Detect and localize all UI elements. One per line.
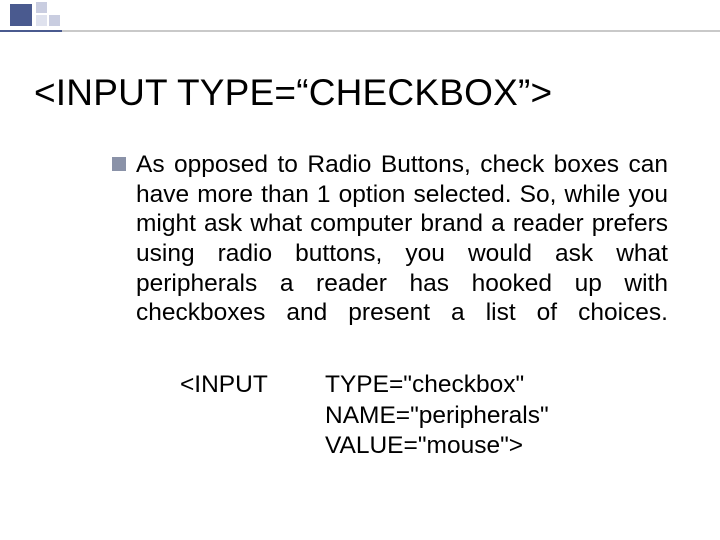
- code-line: TYPE="checkbox": [325, 370, 549, 401]
- decor-square-small: [49, 15, 60, 26]
- code-line: NAME="peripherals": [325, 401, 549, 432]
- decor-square-small: [36, 15, 47, 26]
- slide-title: <INPUT TYPE=“CHECKBOX”>: [34, 72, 552, 114]
- code-tag-open: <INPUT: [180, 370, 325, 401]
- decor-square-small: [36, 2, 47, 13]
- header-decoration: [0, 0, 720, 34]
- decor-square-large: [10, 4, 32, 26]
- body-bullet-row: As opposed to Radio Buttons, check boxes…: [112, 150, 668, 328]
- code-example: <INPUT TYPE="checkbox" NAME="peripherals…: [180, 370, 549, 462]
- bullet-square-icon: [112, 157, 126, 171]
- code-attributes: TYPE="checkbox" NAME="peripherals" VALUE…: [325, 370, 549, 462]
- code-line: VALUE="mouse">: [325, 431, 549, 462]
- decor-horizontal-rule: [0, 30, 720, 32]
- slide: <INPUT TYPE=“CHECKBOX”> As opposed to Ra…: [0, 0, 720, 540]
- body-paragraph: As opposed to Radio Buttons, check boxes…: [136, 150, 668, 328]
